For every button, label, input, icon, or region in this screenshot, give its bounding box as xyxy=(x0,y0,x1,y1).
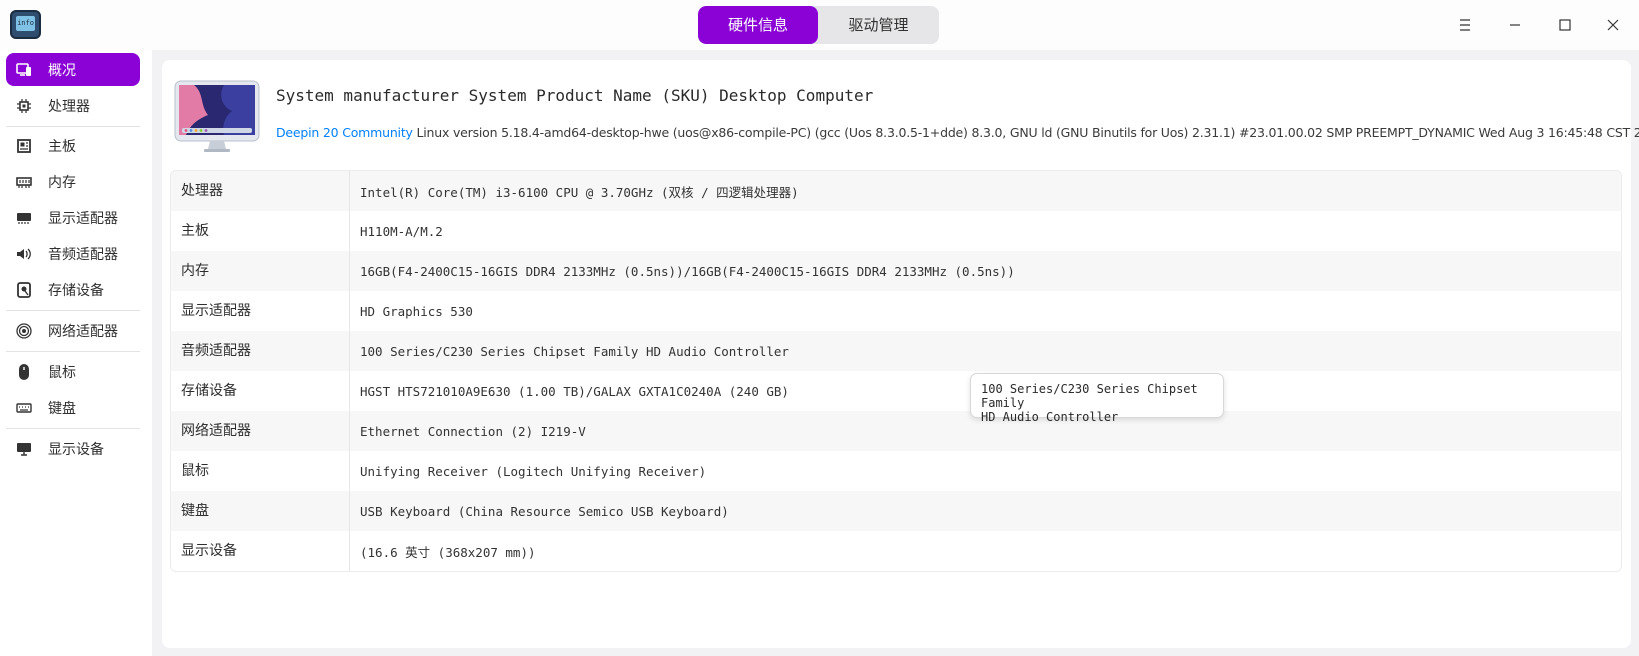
sidebar-item-label: 内存 xyxy=(48,174,76,191)
app-logo-icon: info xyxy=(10,10,41,39)
computer-illustration-icon xyxy=(174,80,260,156)
sidebar-item-network-adapter[interactable]: 网络适配器 xyxy=(6,314,140,347)
sidebar: 概况 处理器 主板 内存 显示适配器 音频适配器 存储设备 网络适配器 鼠标 键… xyxy=(0,50,152,656)
kernel-version: Linux version 5.18.4-amd64-desktop-hwe (… xyxy=(416,125,1639,140)
tooltip-line: HD Audio Controller xyxy=(981,410,1119,424)
row-value: Intel(R) Core(TM) i3-6100 CPU @ 3.70GHz … xyxy=(360,184,799,200)
row-key: 显示适配器 xyxy=(171,291,350,331)
row-value: H110M-A/M.2 xyxy=(360,223,443,239)
memory-icon xyxy=(16,174,32,190)
maximize-button[interactable] xyxy=(1550,10,1580,40)
disk-icon xyxy=(16,281,32,298)
table-row[interactable]: 内存 16GB(F4-2400C15-16GIS DDR4 2133MHz (0.… xyxy=(171,251,1621,291)
menu-icon xyxy=(1460,19,1470,31)
view-tabs: 硬件信息 驱动管理 xyxy=(698,6,939,44)
sidebar-item-label: 显示设备 xyxy=(48,441,104,458)
sidebar-item-audio-adapter[interactable]: 音频适配器 xyxy=(6,237,140,270)
sidebar-item-memory[interactable]: 内存 xyxy=(6,165,140,198)
close-button[interactable] xyxy=(1598,10,1628,40)
title-bar: info 硬件信息 驱动管理 xyxy=(0,0,1639,50)
sidebar-item-display-adapter[interactable]: 显示适配器 xyxy=(6,201,140,234)
minimize-icon xyxy=(1510,24,1520,26)
close-icon xyxy=(1607,19,1619,31)
row-value: 16GB(F4-2400C15-16GIS DDR4 2133MHz (0.5n… xyxy=(360,263,1015,279)
tooltip-line: 100 Series/C230 Series Chipset Family xyxy=(981,382,1198,410)
cpu-icon xyxy=(16,98,32,114)
minimize-button[interactable] xyxy=(1500,10,1530,40)
row-value: HGST HTS721010A9E630 (1.00 TB)/GALAX GXT… xyxy=(360,383,789,399)
row-value: USB Keyboard (China Resource Semico USB … xyxy=(360,503,729,519)
sidebar-item-storage[interactable]: 存储设备 xyxy=(6,273,140,306)
os-name: Deepin 20 Community xyxy=(276,125,413,140)
mouse-icon xyxy=(16,363,32,380)
table-row[interactable]: 主板 H110M-A/M.2 xyxy=(171,211,1621,251)
sidebar-divider xyxy=(6,310,140,311)
tab-hardware-info[interactable]: 硬件信息 xyxy=(698,6,818,44)
keyboard-icon xyxy=(16,400,32,416)
row-key: 主板 xyxy=(171,211,350,251)
menu-button[interactable] xyxy=(1450,10,1480,40)
overview-panel: System manufacturer System Product Name … xyxy=(162,60,1639,648)
sidebar-item-label: 显示适配器 xyxy=(48,210,118,227)
row-key: 网络适配器 xyxy=(171,411,350,451)
row-key: 存储设备 xyxy=(171,371,350,411)
hardware-summary-table: 处理器 Intel(R) Core(TM) i3-6100 CPU @ 3.70G… xyxy=(170,170,1622,572)
sidebar-divider xyxy=(6,126,140,127)
sidebar-item-label: 存储设备 xyxy=(48,282,104,299)
sidebar-item-label: 处理器 xyxy=(48,98,90,115)
table-row[interactable]: 存储设备 HGST HTS721010A9E630 (1.00 TB)/GALAX… xyxy=(171,371,1621,411)
maximize-icon xyxy=(1559,19,1571,31)
table-row[interactable]: 鼠标 Unifying Receiver (Logitech Unifying R… xyxy=(171,451,1621,491)
sidebar-item-cpu[interactable]: 处理器 xyxy=(6,89,140,122)
monitor-icon xyxy=(16,441,32,457)
system-product-title: System manufacturer System Product Name … xyxy=(276,86,874,105)
overview-icon xyxy=(16,62,32,78)
tab-driver-management[interactable]: 驱动管理 xyxy=(818,6,939,44)
row-value: (16.6 英寸 (368x207 mm)) xyxy=(360,544,536,560)
sidebar-divider xyxy=(6,428,140,429)
speaker-icon xyxy=(16,246,32,262)
sidebar-item-label: 概况 xyxy=(48,62,76,79)
row-key: 处理器 xyxy=(171,171,350,211)
row-key: 鼠标 xyxy=(171,451,350,491)
motherboard-icon xyxy=(16,138,32,154)
sidebar-item-label: 鼠标 xyxy=(48,364,76,381)
sidebar-item-label: 音频适配器 xyxy=(48,246,118,263)
tooltip: 100 Series/C230 Series Chipset Family HD… xyxy=(970,373,1224,424)
row-key: 键盘 xyxy=(171,491,350,531)
row-value: Ethernet Connection (2) I219-V xyxy=(360,423,586,439)
table-row[interactable]: 处理器 Intel(R) Core(TM) i3-6100 CPU @ 3.70G… xyxy=(171,171,1621,211)
sidebar-item-mouse[interactable]: 鼠标 xyxy=(6,355,140,388)
row-value: HD Graphics 530 xyxy=(360,303,473,319)
table-row[interactable]: 显示设备 (16.6 英寸 (368x207 mm)) xyxy=(171,531,1621,571)
row-value: Unifying Receiver (Logitech Unifying Rec… xyxy=(360,463,707,479)
sidebar-item-keyboard[interactable]: 键盘 xyxy=(6,391,140,424)
os-kernel-line: Deepin 20 Community Linux version 5.18.4… xyxy=(276,125,1639,140)
sidebar-divider xyxy=(6,351,140,352)
row-key: 内存 xyxy=(171,251,350,291)
table-row[interactable]: 显示适配器 HD Graphics 530 xyxy=(171,291,1621,331)
table-row[interactable]: 音频适配器 100 Series/C230 Series Chipset Fami… xyxy=(171,331,1621,371)
row-key: 显示设备 xyxy=(171,531,350,571)
app-logo-text: info xyxy=(16,16,35,31)
sidebar-item-label: 键盘 xyxy=(48,400,76,417)
sidebar-item-label: 主板 xyxy=(48,138,76,155)
table-row[interactable]: 网络适配器 Ethernet Connection (2) I219-V xyxy=(171,411,1621,451)
gpu-icon xyxy=(16,210,32,226)
sidebar-item-monitor[interactable]: 显示设备 xyxy=(6,432,140,465)
row-value: 100 Series/C230 Series Chipset Family HD… xyxy=(360,343,789,359)
sidebar-item-overview[interactable]: 概况 xyxy=(6,53,140,86)
table-row[interactable]: 键盘 USB Keyboard (China Resource Semico US… xyxy=(171,491,1621,531)
network-icon xyxy=(16,322,32,339)
sidebar-item-motherboard[interactable]: 主板 xyxy=(6,129,140,162)
sidebar-item-label: 网络适配器 xyxy=(48,323,118,340)
row-key: 音频适配器 xyxy=(171,331,350,371)
